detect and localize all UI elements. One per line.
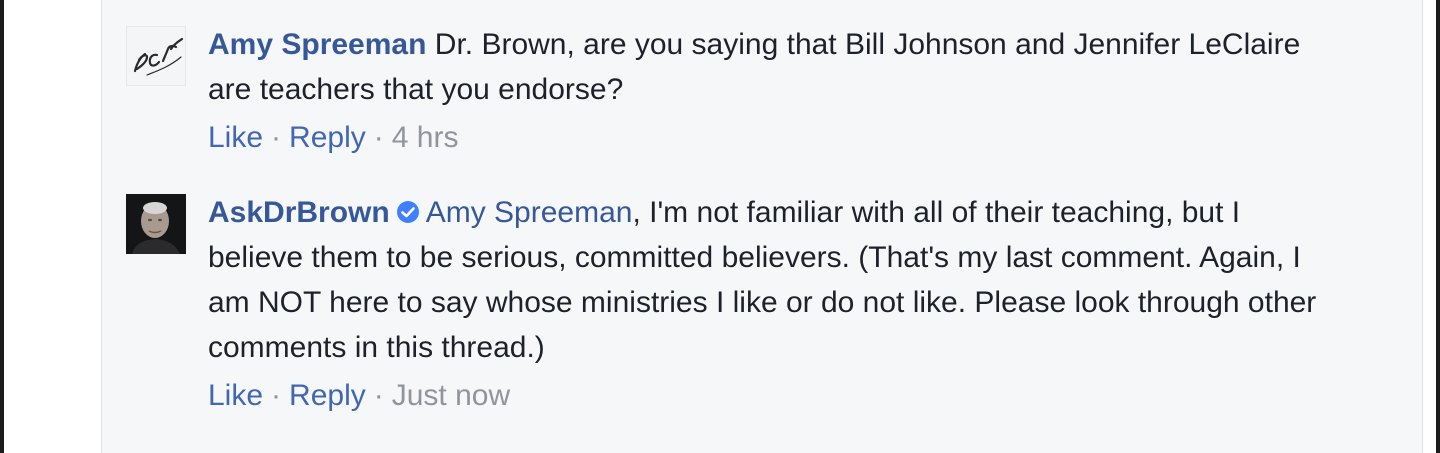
comment-thread: Amy Spreeman Dr. Brown, are you saying t… (101, 0, 1423, 453)
like-link[interactable]: Like (208, 379, 263, 412)
profile-photo-icon (126, 194, 186, 254)
verified-badge-icon (396, 192, 420, 223)
screenshot-frame: Amy Spreeman Dr. Brown, are you saying t… (0, 0, 1440, 453)
comment-actions: Like · Reply · 4 hrs (208, 118, 1318, 158)
comment-author-name[interactable]: Amy Spreeman (208, 28, 426, 61)
separator-dot: · (271, 379, 282, 412)
comment-timestamp[interactable]: Just now (392, 379, 510, 412)
separator-dot: · (271, 121, 282, 154)
amy-spreeman-avatar[interactable] (126, 26, 186, 86)
comment-body: AskDrBrown Amy Spreeman, I'm not familiar… (208, 190, 1318, 416)
separator-dot: · (373, 121, 384, 154)
reply-link[interactable]: Reply (289, 379, 366, 412)
comment-timestamp[interactable]: 4 hrs (392, 121, 459, 154)
askdrbrown-avatar[interactable] (126, 194, 186, 254)
comment-actions: Like · Reply · Just now (208, 376, 1318, 416)
mention-link[interactable]: Amy Spreeman (426, 196, 633, 229)
dcr-logo-icon (133, 37, 184, 76)
separator-dot: · (373, 379, 384, 412)
comment-author-name[interactable]: AskDrBrown (208, 196, 390, 229)
comment-body: Amy Spreeman Dr. Brown, are you saying t… (208, 22, 1318, 158)
like-link[interactable]: Like (208, 121, 263, 154)
reply-link[interactable]: Reply (289, 121, 366, 154)
